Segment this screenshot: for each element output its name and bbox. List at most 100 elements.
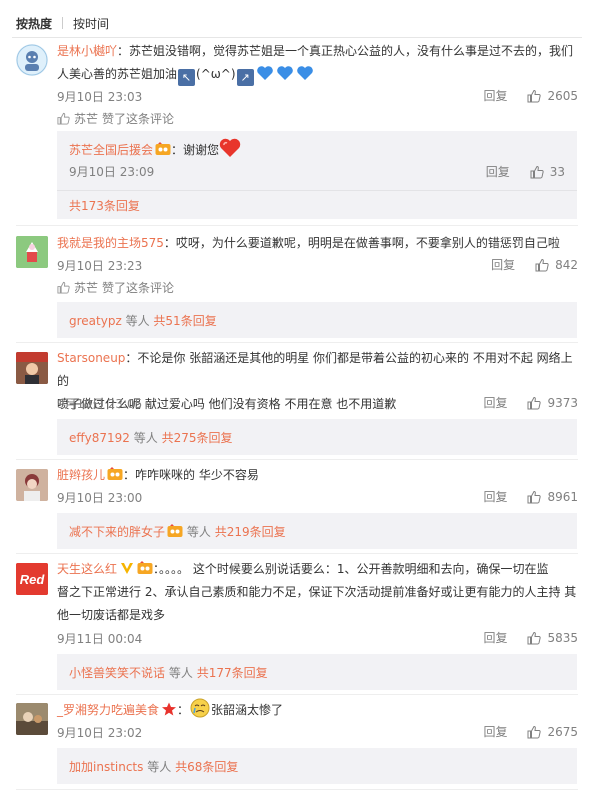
more-replies-row: 加加instincts 等人 共68条回复 bbox=[69, 758, 238, 775]
comment-timestamp: 9月10日 23:05 bbox=[57, 397, 143, 411]
comment-actions: 回复 842 bbox=[491, 256, 578, 273]
comment-divider bbox=[16, 553, 578, 554]
comment-content: ：不论是你 张韶涵还是其他的明星 你们都是带着公益的初心来的 不用对不起 网络上… bbox=[57, 351, 573, 388]
comment-content: 督之下正常进行 2、承认自己素质和能力不足，保证下次活动提前准备好或让更有能力的… bbox=[57, 585, 577, 599]
reply-block: 苏芒全国后援会 ：谢谢您 9月10日 23:09 回复 33 共173条回复 bbox=[57, 131, 577, 219]
liked-by-name[interactable]: 苏芒 bbox=[74, 110, 98, 127]
more-replies-link[interactable]: 共177条回复 bbox=[197, 666, 268, 680]
liked-by-label: 赞了这条评论 bbox=[102, 281, 175, 295]
arrow-up-right-emoji-icon: ↗ bbox=[236, 69, 254, 86]
comment-content: 张韶涵太惨了 bbox=[211, 703, 284, 717]
comment-content: 他一切废话都是戏多 bbox=[57, 608, 166, 622]
liked-by-row: 苏芒 赞了这条评论 bbox=[57, 279, 174, 296]
reply-text: 苏芒全国后援会 ：谢谢您 bbox=[69, 138, 241, 161]
tab-divider bbox=[62, 17, 64, 29]
comment-username[interactable]: 是林小樾吖 bbox=[57, 44, 117, 58]
comment-username[interactable]: _罗湘努力吃遍美食 bbox=[57, 703, 159, 717]
more-suffix: 等人 bbox=[147, 760, 172, 774]
like-button[interactable]: 5835 bbox=[527, 631, 578, 645]
thumbs-up-icon bbox=[535, 258, 549, 271]
reply-username[interactable]: 苏芒全国后援会 bbox=[69, 143, 153, 157]
like-button[interactable]: 9373 bbox=[527, 396, 578, 410]
comment-text: _罗湘努力吃遍美食 ： 张韶涵太惨了 bbox=[57, 698, 578, 722]
comment-content: ：哎呀，为什么要道歉呢，明明是在做善事啊，不要拿别人的错惩罚自己啦 bbox=[163, 236, 560, 250]
comment-actions: 回复 2605 bbox=[483, 87, 578, 104]
avatar[interactable] bbox=[16, 469, 48, 501]
reply-username[interactable]: greatypz bbox=[69, 314, 122, 328]
avatar[interactable] bbox=[16, 352, 48, 384]
thumbs-up-icon bbox=[57, 281, 70, 294]
like-count: 2675 bbox=[547, 724, 578, 739]
like-count: 2605 bbox=[547, 88, 578, 103]
reply-button[interactable]: 回复 bbox=[483, 488, 507, 505]
thumbs-up-icon bbox=[527, 396, 542, 409]
reply-button[interactable]: 回复 bbox=[483, 87, 507, 104]
comment-text: 我就是我的主场575：哎呀，为什么要道歉呢，明明是在做善事啊，不要拿别人的错惩罚… bbox=[57, 232, 578, 255]
more-replies-row: 小怪兽笑笑不说话 等人 共177条回复 bbox=[69, 664, 268, 681]
comment-username[interactable]: Starsoneup bbox=[57, 351, 125, 365]
more-suffix: 等人 bbox=[125, 314, 150, 328]
blue-heart-icon bbox=[256, 66, 273, 80]
reply-username[interactable]: 加加instincts bbox=[69, 760, 143, 774]
comment-divider bbox=[16, 459, 578, 460]
reply-username[interactable]: 减不下来的胖女子 bbox=[69, 525, 165, 539]
comment-timestamp: 9月10日 23:00 bbox=[57, 491, 143, 505]
more-replies-link[interactable]: 共219条回复 bbox=[215, 525, 286, 539]
comment-divider bbox=[16, 342, 578, 343]
more-replies-link[interactable]: 共51条回复 bbox=[153, 314, 216, 328]
reply-username[interactable]: 小怪兽笑笑不说话 bbox=[69, 666, 165, 680]
liked-by-name[interactable]: 苏芒 bbox=[74, 279, 98, 296]
like-button[interactable]: 8961 bbox=[527, 490, 578, 504]
comment-username[interactable]: 脏辫孩儿 bbox=[57, 468, 105, 482]
avatar[interactable] bbox=[16, 703, 48, 735]
like-button[interactable]: 842 bbox=[535, 258, 578, 272]
comment-divider bbox=[16, 789, 578, 790]
comment-timestamp: 9月10日 23:03 bbox=[57, 90, 143, 104]
member-badge-icon bbox=[137, 561, 153, 574]
like-button[interactable]: 2675 bbox=[527, 725, 578, 739]
member-badge-icon bbox=[107, 467, 123, 480]
like-button[interactable]: 33 bbox=[530, 165, 565, 179]
like-count: 842 bbox=[555, 257, 578, 272]
comment-content: (^ω^) bbox=[196, 67, 236, 81]
comment-actions: 回复 9373 bbox=[483, 394, 578, 411]
avatar[interactable] bbox=[16, 236, 48, 268]
reply-block: greatypz 等人 共51条回复 bbox=[57, 302, 577, 338]
reply-button[interactable]: 回复 bbox=[483, 723, 507, 740]
like-button[interactable]: 2605 bbox=[527, 89, 578, 103]
like-count: 8961 bbox=[547, 489, 578, 504]
avatar[interactable]: Red bbox=[16, 563, 48, 595]
comment-content: ：苏芒姐没错啊，觉得苏芒姐是一个真正热心公益的人，没有什么事是过不去的，我们 bbox=[117, 44, 574, 58]
reply-button[interactable]: 回复 bbox=[486, 163, 510, 180]
reply-actions: 回复 33 bbox=[486, 163, 565, 180]
reply-block: 小怪兽笑笑不说话 等人 共177条回复 bbox=[57, 654, 577, 690]
more-replies-link[interactable]: 共275条回复 bbox=[162, 431, 233, 445]
reply-button[interactable]: 回复 bbox=[491, 256, 515, 273]
more-suffix: 等人 bbox=[133, 431, 158, 445]
reply-content: ：谢谢您 bbox=[171, 143, 220, 157]
comment-timestamp: 9月10日 23:02 bbox=[57, 726, 143, 740]
thumbs-up-icon bbox=[527, 725, 542, 738]
more-replies-link[interactable]: 共68条回复 bbox=[175, 760, 238, 774]
reply-username[interactable]: effy87192 bbox=[69, 431, 130, 445]
comment-content: ：咋咋咪咪的 华少不容易 bbox=[123, 468, 259, 482]
reply-button[interactable]: 回复 bbox=[483, 629, 507, 646]
like-count: 5835 bbox=[547, 630, 578, 645]
reply-block: 加加instincts 等人 共68条回复 bbox=[57, 748, 577, 784]
comment-timestamp: 9月10日 23:23 bbox=[57, 259, 143, 273]
comment-content: ：。。。。 这个时候要么别说话要么：1、公开善款明细和去向，确保一切在监 bbox=[153, 562, 549, 576]
tab-sort-by-hot[interactable]: 按热度 bbox=[16, 15, 52, 32]
tab-sort-by-time[interactable]: 按时间 bbox=[73, 15, 109, 32]
reply-button[interactable]: 回复 bbox=[483, 394, 507, 411]
comment-username[interactable]: 天生这么红 bbox=[57, 562, 117, 576]
comment-content: 人美心善的苏芒姐加油 bbox=[57, 67, 178, 81]
thumbs-up-icon bbox=[527, 631, 542, 644]
comment-actions: 回复 5835 bbox=[483, 629, 578, 646]
avatar[interactable] bbox=[16, 44, 48, 76]
comment-username[interactable]: 我就是我的主场575 bbox=[57, 236, 164, 250]
more-replies-link[interactable]: 共173条回复 bbox=[69, 197, 140, 214]
like-count: 9373 bbox=[547, 395, 578, 410]
comment-text: 是林小樾吖：苏芒姐没错啊，觉得苏芒姐是一个真正热心公益的人，没有什么事是过不去的… bbox=[57, 40, 578, 86]
svg-text:Red: Red bbox=[20, 572, 46, 587]
sort-tabs: 按热度 按时间 bbox=[16, 12, 109, 34]
